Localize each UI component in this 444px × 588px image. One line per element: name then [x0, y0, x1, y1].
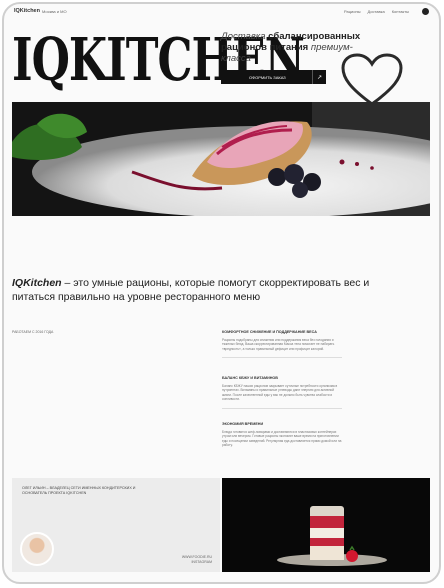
- dessert-illustration: [12, 102, 430, 216]
- order-button-label: ОФОРМИТЬ ЗАКАЗ: [249, 74, 286, 80]
- feature-text: Рационы подобраны для снижения или подде…: [222, 338, 335, 351]
- arrow-icon: ↗: [312, 70, 326, 84]
- author-text: ОЛЕГ ИЛЬИН – ВЛАДЕЛЕЦ СЕТИ ИМЕННЫХ КОНДИ…: [22, 486, 136, 495]
- city-selector[interactable]: Москва и МО: [42, 9, 67, 14]
- author-links: WWW.FOODIE.RU INSTAGRAM: [182, 555, 212, 566]
- top-nav: IQKitchen Москва и МО Рационы Доставка К…: [4, 4, 439, 22]
- nav-link-rations[interactable]: Рационы: [344, 9, 361, 14]
- nav-links: Рационы Доставка Контакты: [344, 9, 409, 14]
- feature-title: ЭКОНОМИЯ ВРЕМЕНИ: [222, 422, 264, 426]
- divider: [222, 407, 342, 409]
- divider: [222, 357, 342, 359]
- nav-link-contacts[interactable]: Контакты: [392, 9, 409, 14]
- glass-illustration: [222, 478, 430, 572]
- feature-text: Блюда готовятся шеф-поварами и доставляю…: [222, 430, 342, 448]
- nav-logo[interactable]: IQKitchen: [14, 8, 40, 14]
- author-card: ОЛЕГ ИЛЬИН – ВЛАДЕЛЕЦ СЕТИ ИМЕННЫХ КОНДИ…: [12, 478, 220, 572]
- feature-balance: БАЛАНС КБЖУ И ВИТАМИНОВ Баланс КБЖУ наши…: [222, 376, 342, 409]
- nav-link-delivery[interactable]: Доставка: [368, 9, 385, 14]
- order-button[interactable]: ОФОРМИТЬ ЗАКАЗ ↗: [221, 70, 326, 84]
- account-icon[interactable]: [422, 8, 429, 15]
- since-label: РАБОТАЕМ С 2016 ГОДА: [12, 330, 54, 334]
- instagram-link[interactable]: INSTAGRAM: [182, 560, 212, 566]
- dessert-glass-image: [222, 478, 430, 572]
- feature-weight: КОМФОРТНОЕ СНИЖЕНИЕ И ПОДДЕРЖАНИЕ ВЕСА Р…: [222, 330, 342, 359]
- heart-icon[interactable]: [340, 52, 404, 108]
- page-frame: IQKitchen Москва и МО Рационы Доставка К…: [2, 2, 441, 584]
- avatar: [20, 532, 54, 566]
- intro-text: IQKitchen – это умные рационы, которые п…: [12, 277, 370, 304]
- feature-time: ЭКОНОМИЯ ВРЕМЕНИ Блюда готовятся шеф-пов…: [222, 422, 342, 448]
- hero-dessert-image: [12, 102, 430, 216]
- feature-title: БАЛАНС КБЖУ И ВИТАМИНОВ: [222, 376, 278, 380]
- feature-text: Баланс КБЖУ наших рационов закрывает сут…: [222, 384, 338, 402]
- feature-title: КОМФОРТНОЕ СНИЖЕНИЕ И ПОДДЕРЖАНИЕ ВЕСА: [222, 330, 317, 334]
